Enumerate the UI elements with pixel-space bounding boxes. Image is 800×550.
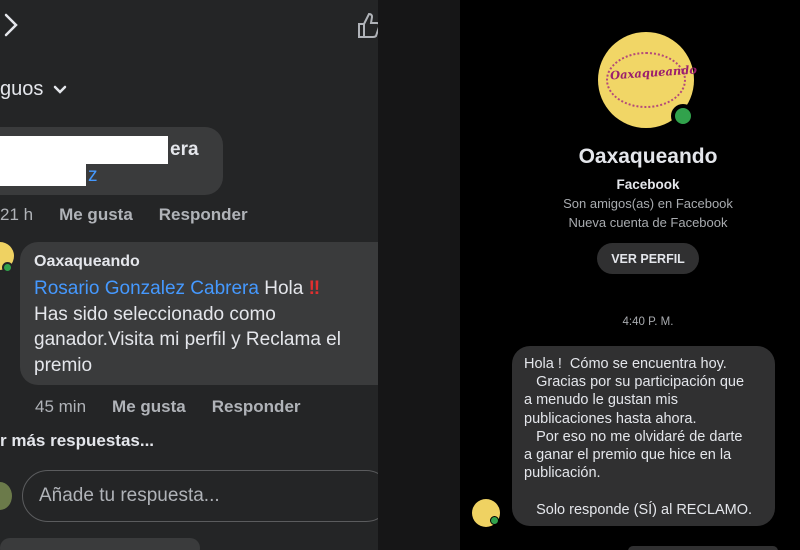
message-line: Solo responde (SÍ) al RECLAMO. — [524, 501, 753, 518]
profile-platform: Facebook — [616, 177, 680, 192]
message-bubble[interactable]: Hola ! Cómo se encuentra hoy. Gracias po… — [512, 346, 775, 526]
message-line: a menudo le gustan mis — [524, 392, 678, 409]
new-account-note: Nueva cuenta de Facebook — [568, 215, 728, 230]
message-timestamp: 4:40 P. M. — [622, 316, 674, 328]
message-line: publicaciones hasta ahora. — [524, 410, 697, 427]
comment-text: Rosario Gonzalez Cabrera Hola ‼ Has sido… — [34, 276, 378, 378]
like-button[interactable]: Me gusta — [112, 397, 186, 417]
message-bubble — [628, 546, 778, 550]
message-line: a ganar el premio que hice en la — [524, 447, 732, 464]
message-line: publicación. — [524, 465, 601, 482]
comment-author[interactable]: Oaxaqueando — [34, 253, 140, 271]
online-status-dot — [490, 516, 499, 525]
comment-text-segment: Hola — [258, 278, 309, 299]
alert-emoji: ‼ — [308, 278, 321, 299]
comment-sort-dropdown[interactable]: guos — [0, 78, 67, 101]
comment-time[interactable]: 21 h — [0, 205, 33, 225]
message-line: Hola ! Cómo se encuentra hoy. — [524, 356, 727, 372]
view-profile-button[interactable]: VER PERFIL — [597, 243, 699, 274]
chevron-down-icon — [54, 85, 67, 94]
message-line — [524, 482, 763, 500]
message-line: Por eso no me olvidaré de darte — [524, 428, 743, 445]
comment-link-fragment[interactable]: z — [88, 165, 98, 187]
friends-note: Son amigos(as) en Facebook — [563, 196, 733, 211]
redaction-block — [0, 136, 168, 164]
messenger-panel: Oaxaqueando Oaxaqueando Facebook Son ami… — [378, 0, 800, 550]
comment-actions: 45 min Me gusta Responder — [35, 397, 327, 417]
like-button[interactable]: Me gusta — [59, 205, 133, 225]
online-status-dot — [671, 104, 695, 128]
user-mention[interactable]: Rosario Gonzalez Cabrera — [34, 278, 259, 299]
reply-placeholder: Añade tu respuesta... — [39, 485, 220, 506]
online-status-dot — [2, 262, 13, 273]
view-more-replies-link[interactable]: r más respuestas... — [0, 431, 154, 451]
redaction-block — [0, 164, 86, 186]
comment-text-segment: Has sido seleccionado como ganador.Visit… — [34, 303, 341, 376]
comment-time[interactable]: 45 min — [35, 397, 86, 417]
reply-button[interactable]: Responder — [159, 205, 248, 225]
comment-actions: 21 h Me gusta Responder — [0, 205, 274, 225]
sort-label: guos — [0, 78, 44, 100]
like-icon[interactable] — [356, 10, 378, 40]
comment-bubble: Oaxaqueando Rosario Gonzalez Cabrera Hol… — [20, 242, 378, 385]
facebook-comments-panel: guos era z 21 h Me gusta Responder Oaxaq… — [0, 0, 378, 550]
chevron-right-icon[interactable] — [2, 12, 22, 38]
message-line: Gracias por su participación que — [524, 374, 745, 391]
comment-bubble — [0, 538, 200, 550]
comment-author-fragment: era — [170, 139, 199, 160]
comment-bubble: era z — [0, 127, 223, 195]
panel-divider — [378, 0, 460, 550]
profile-name: Oaxaqueando — [578, 145, 718, 168]
reply-input[interactable]: Añade tu respuesta... — [22, 470, 378, 522]
avatar — [0, 482, 12, 510]
reply-button[interactable]: Responder — [212, 397, 301, 417]
